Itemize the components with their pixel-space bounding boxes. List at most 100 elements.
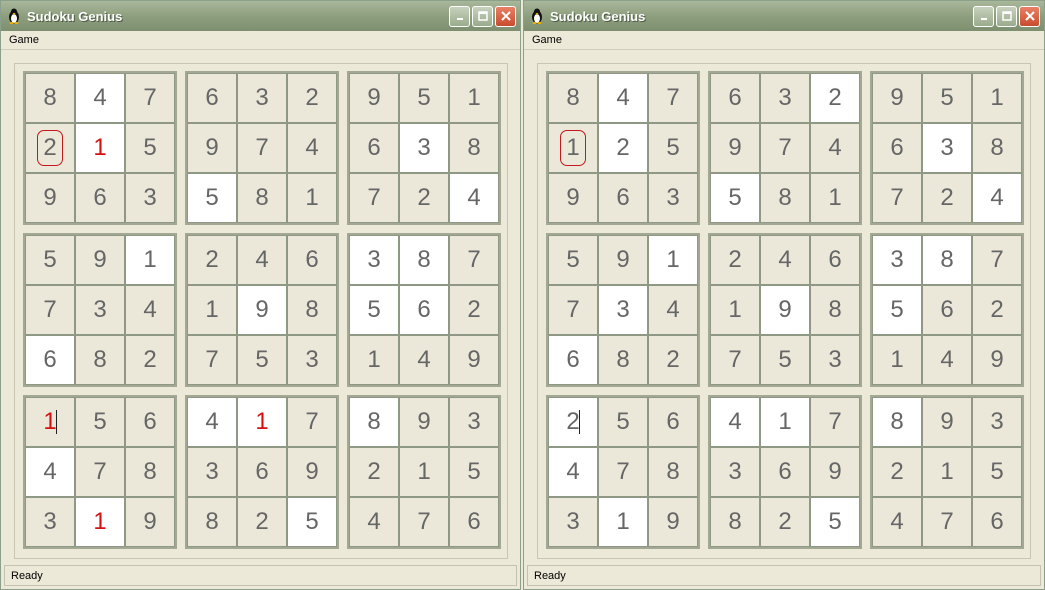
sudoku-cell[interactable]: 1	[973, 74, 1021, 122]
sudoku-cell[interactable]: 2	[873, 448, 921, 496]
sudoku-cell[interactable]: 9	[973, 336, 1021, 384]
sudoku-cell[interactable]: 1	[188, 286, 236, 334]
sudoku-cell[interactable]: 6	[811, 236, 859, 284]
sudoku-cell[interactable]: 3	[549, 498, 597, 546]
sudoku-cell[interactable]: 7	[711, 336, 759, 384]
sudoku-cell[interactable]: 5	[811, 498, 859, 546]
sudoku-cell[interactable]: 7	[238, 124, 286, 172]
sudoku-cell[interactable]: 2	[450, 286, 498, 334]
sudoku-cell[interactable]: 3	[26, 498, 74, 546]
sudoku-cell[interactable]: 1	[450, 74, 498, 122]
sudoku-cell[interactable]: 3	[288, 336, 336, 384]
sudoku-cell[interactable]: 8	[350, 398, 398, 446]
sudoku-cell[interactable]: 5	[238, 336, 286, 384]
sudoku-cell[interactable]: 6	[238, 448, 286, 496]
sudoku-cell[interactable]: 7	[761, 124, 809, 172]
sudoku-cell[interactable]: 4	[188, 398, 236, 446]
sudoku-cell[interactable]: 1	[549, 124, 597, 172]
sudoku-cell[interactable]: 8	[761, 174, 809, 222]
sudoku-cell[interactable]: 9	[288, 448, 336, 496]
sudoku-cell[interactable]: 6	[350, 124, 398, 172]
sudoku-cell[interactable]: 8	[973, 124, 1021, 172]
sudoku-cell[interactable]: 2	[350, 448, 398, 496]
minimize-button[interactable]	[973, 5, 994, 27]
sudoku-cell[interactable]: 7	[973, 236, 1021, 284]
sudoku-cell[interactable]: 4	[711, 398, 759, 446]
sudoku-cell[interactable]: 7	[811, 398, 859, 446]
sudoku-cell[interactable]: 5	[711, 174, 759, 222]
sudoku-cell[interactable]: 4	[761, 236, 809, 284]
menu-game[interactable]: Game	[9, 34, 39, 46]
sudoku-cell[interactable]: 9	[350, 74, 398, 122]
sudoku-cell[interactable]: 2	[649, 336, 697, 384]
sudoku-cell[interactable]: 5	[450, 448, 498, 496]
sudoku-cell[interactable]: 4	[238, 236, 286, 284]
sudoku-cell[interactable]: 2	[923, 174, 971, 222]
sudoku-cell[interactable]: 3	[400, 124, 448, 172]
sudoku-cell[interactable]: 7	[923, 498, 971, 546]
close-button[interactable]	[1019, 5, 1040, 27]
sudoku-cell[interactable]: 4	[873, 498, 921, 546]
sudoku-cell[interactable]: 4	[549, 448, 597, 496]
sudoku-cell[interactable]: 1	[350, 336, 398, 384]
sudoku-cell[interactable]: 2	[126, 336, 174, 384]
sudoku-cell[interactable]: 5	[76, 398, 124, 446]
sudoku-cell[interactable]: 2	[973, 286, 1021, 334]
sudoku-cell[interactable]: 3	[350, 236, 398, 284]
sudoku-cell[interactable]: 7	[76, 448, 124, 496]
sudoku-cell[interactable]: 6	[126, 398, 174, 446]
sudoku-cell[interactable]: 3	[811, 336, 859, 384]
close-button[interactable]	[495, 5, 516, 27]
sudoku-cell[interactable]: 8	[288, 286, 336, 334]
title-bar[interactable]: Sudoku Genius	[524, 1, 1044, 31]
sudoku-cell[interactable]: 2	[26, 124, 74, 172]
sudoku-cell[interactable]: 6	[288, 236, 336, 284]
sudoku-cell[interactable]: 3	[238, 74, 286, 122]
sudoku-cell[interactable]: 7	[26, 286, 74, 334]
sudoku-cell[interactable]: 6	[761, 448, 809, 496]
sudoku-cell[interactable]: 9	[238, 286, 286, 334]
sudoku-cell[interactable]: 2	[188, 236, 236, 284]
sudoku-cell[interactable]: 6	[923, 286, 971, 334]
sudoku-cell[interactable]: 5	[973, 448, 1021, 496]
sudoku-cell[interactable]: 7	[188, 336, 236, 384]
sudoku-cell[interactable]: 2	[711, 236, 759, 284]
sudoku-cell[interactable]: 5	[923, 74, 971, 122]
sudoku-cell[interactable]: 2	[238, 498, 286, 546]
sudoku-cell[interactable]: 8	[450, 124, 498, 172]
sudoku-cell[interactable]: 1	[923, 448, 971, 496]
title-bar[interactable]: Sudoku Genius	[1, 1, 520, 31]
sudoku-cell[interactable]: 9	[126, 498, 174, 546]
sudoku-cell[interactable]: 3	[923, 124, 971, 172]
sudoku-cell[interactable]: 9	[400, 398, 448, 446]
sudoku-cell[interactable]: 3	[973, 398, 1021, 446]
sudoku-cell[interactable]: 9	[76, 236, 124, 284]
sudoku-cell[interactable]: 1	[76, 498, 124, 546]
sudoku-cell[interactable]: 5	[350, 286, 398, 334]
maximize-button[interactable]	[472, 5, 493, 27]
sudoku-cell[interactable]: 9	[188, 124, 236, 172]
sudoku-cell[interactable]: 9	[873, 74, 921, 122]
sudoku-cell[interactable]: 7	[126, 74, 174, 122]
sudoku-cell[interactable]: 3	[188, 448, 236, 496]
sudoku-cell[interactable]: 6	[873, 124, 921, 172]
sudoku-cell[interactable]: 7	[450, 236, 498, 284]
sudoku-cell[interactable]: 7	[649, 74, 697, 122]
sudoku-cell[interactable]: 8	[549, 74, 597, 122]
sudoku-cell[interactable]: 4	[649, 286, 697, 334]
maximize-button[interactable]	[996, 5, 1017, 27]
sudoku-cell[interactable]: 8	[400, 236, 448, 284]
sudoku-cell[interactable]: 4	[599, 74, 647, 122]
sudoku-cell[interactable]: 9	[649, 498, 697, 546]
sudoku-cell[interactable]: 6	[649, 398, 697, 446]
sudoku-cell[interactable]: 6	[599, 174, 647, 222]
sudoku-cell[interactable]: 3	[873, 236, 921, 284]
sudoku-cell[interactable]: 5	[288, 498, 336, 546]
sudoku-cell[interactable]: 9	[761, 286, 809, 334]
sudoku-cell[interactable]: 1	[761, 398, 809, 446]
sudoku-cell[interactable]: 9	[26, 174, 74, 222]
sudoku-cell[interactable]: 5	[126, 124, 174, 172]
sudoku-cell[interactable]: 1	[400, 448, 448, 496]
sudoku-cell[interactable]: 3	[450, 398, 498, 446]
sudoku-cell[interactable]: 2	[761, 498, 809, 546]
